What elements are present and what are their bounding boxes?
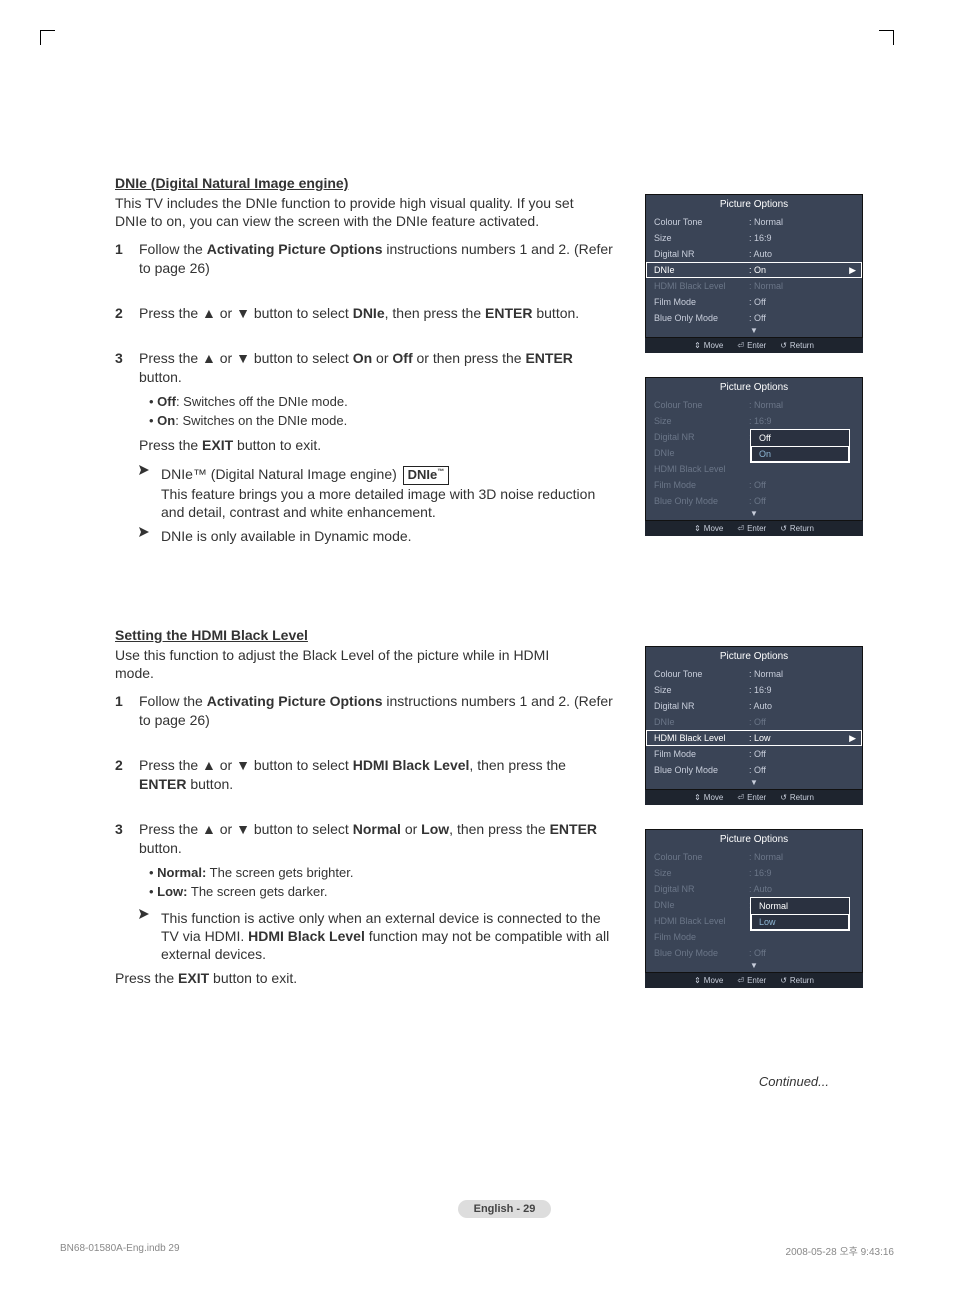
osd-menu-dnie-popup: Picture Options Colour Tone: Normal Size… [645, 377, 863, 536]
step-body: Follow the Activating Picture Options in… [139, 692, 615, 730]
bullet-list: Off: Switches off the DNIe mode. On: Swi… [149, 393, 615, 430]
osd-popup: Off On [750, 429, 850, 463]
osd-footer: ⇕Move ⏎Enter ↺Return [645, 973, 863, 988]
enter-icon: ⏎ [737, 341, 744, 350]
step-body: Press the ▲ or ▼ button to select HDMI B… [139, 756, 615, 794]
dnie-logo: DNIe™ [403, 466, 450, 485]
manual-page: DNIe (Digital Natural Image engine) This… [0, 0, 954, 1258]
osd-footer: ⇕Move ⏎Enter ↺Return [645, 338, 863, 353]
note-arrow-icon [139, 465, 161, 521]
section-heading-dnie: DNIe (Digital Natural Image engine) [115, 175, 894, 191]
osd-title: Picture Options [646, 195, 862, 214]
note-text: This function is active only when an ext… [161, 909, 615, 964]
step-number: 2 [115, 756, 139, 794]
continued-label: Continued... [115, 1074, 829, 1089]
step-number: 2 [115, 304, 139, 323]
more-down-icon: ▼ [646, 961, 862, 972]
more-down-icon: ▼ [646, 326, 862, 337]
section-heading-hdmi: Setting the HDMI Black Level [115, 627, 894, 643]
exit-instruction: Press the EXIT button to exit. [115, 969, 615, 988]
osd-footer: ⇕Move ⏎Enter ↺Return [645, 521, 863, 536]
osd-menu-hdmi: Picture Options Colour Tone: Normal Size… [645, 646, 863, 805]
note-arrow-icon [139, 909, 161, 964]
osd-popup: Normal Low [750, 897, 850, 931]
osd-menu-hdmi-popup: Picture Options Colour Tone: Normal Size… [645, 829, 863, 988]
note-text: DNIe™ (Digital Natural Image engine) DNI… [161, 465, 615, 521]
page-footer: English - 29 [115, 1199, 894, 1218]
note-text: DNIe is only available in Dynamic mode. [161, 527, 412, 545]
osd-row-selected: DNIe: On▶ [646, 262, 862, 278]
crop-mark [879, 30, 894, 45]
popup-option-selected: Low [751, 914, 849, 930]
popup-option: Normal [751, 898, 849, 914]
osd-footer: ⇕Move ⏎Enter ↺Return [645, 790, 863, 805]
step-number: 1 [115, 240, 139, 278]
popup-option-selected: On [751, 446, 849, 462]
crop-mark [40, 30, 55, 45]
updown-icon: ⇕ [694, 341, 701, 350]
step-body: Press the ▲ or ▼ button to select On or … [139, 349, 615, 551]
popup-option: Off [751, 430, 849, 446]
osd-title: Picture Options [646, 378, 862, 397]
section-intro: This TV includes the DNIe function to pr… [115, 194, 575, 230]
osd-menu-dnie: Picture Options Colour Tone: Normal Size… [645, 194, 863, 353]
step-body: Press the ▲ or ▼ button to select Normal… [139, 820, 615, 998]
more-down-icon: ▼ [646, 509, 862, 520]
step-number: 3 [115, 349, 139, 551]
return-icon: ↺ [780, 341, 787, 350]
exit-instruction: Press the EXIT button to exit. [139, 436, 615, 455]
print-metadata: BN68-01580A-Eng.indb 29 2008-05-28 오후 9:… [60, 1243, 894, 1258]
step-body: Follow the Activating Picture Options in… [139, 240, 615, 278]
note-arrow-icon [139, 527, 161, 545]
more-down-icon: ▼ [646, 778, 862, 789]
section-intro: Use this function to adjust the Black Le… [115, 646, 575, 682]
osd-title: Picture Options [646, 647, 862, 666]
step-body: Press the ▲ or ▼ button to select DNIe, … [139, 304, 615, 323]
step-number: 1 [115, 692, 139, 730]
osd-title: Picture Options [646, 830, 862, 849]
right-arrow-icon: ▶ [849, 733, 856, 744]
right-arrow-icon: ▶ [849, 265, 856, 276]
bullet-list: Normal: The screen gets brighter. Low: T… [149, 864, 615, 901]
osd-row-selected: HDMI Black Level: Low▶ [646, 730, 862, 746]
